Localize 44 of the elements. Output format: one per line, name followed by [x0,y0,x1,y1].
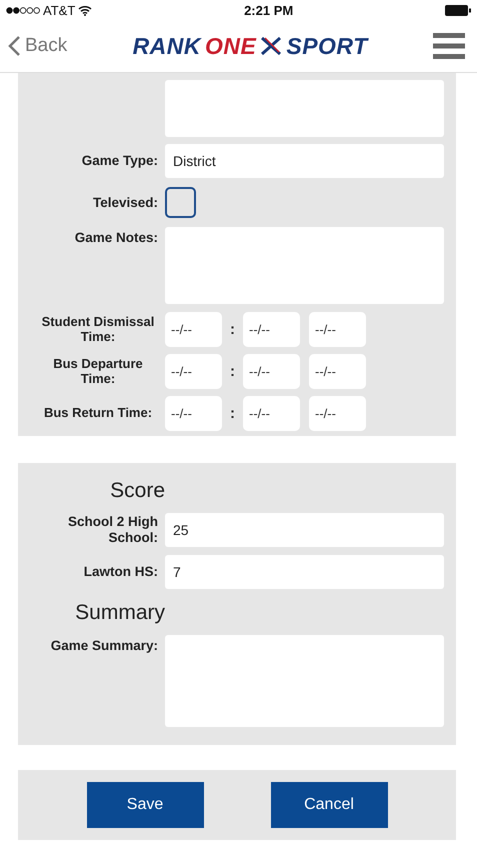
signal-icon [6,6,40,14]
text-area[interactable] [165,80,444,137]
section-heading: Summary [74,601,165,625]
field-label: Bus Departure Time: [52,356,144,386]
checkbox[interactable] [165,187,196,218]
text-area[interactable] [165,227,444,304]
status-time: 2:21 PM [244,2,294,18]
wifi-icon [78,4,92,16]
time-field[interactable]: --/-- [165,354,222,389]
field-label: Student Dismissal Time: [40,314,156,344]
battery-icon [445,4,471,16]
colon-separator: : [229,363,236,380]
field-label: Lawton HS: [82,564,159,580]
time-field[interactable]: --/-- [309,354,366,389]
back-chevron-icon [8,35,21,57]
section-heading: Score [109,479,165,503]
text-area[interactable] [165,635,444,727]
field-label: Bus Return Time: [42,406,154,421]
logo-icon [260,36,282,56]
carrier-name: AT&T [43,2,76,18]
time-field[interactable]: --/-- [309,312,366,347]
input-field[interactable]: 7 [165,555,444,589]
logo-text: SPORT [286,32,368,60]
back-button[interactable]: Back [8,35,68,57]
colon-separator: : [229,321,236,338]
input-field[interactable]: 25 [165,513,444,547]
save-button[interactable]: Save [86,782,204,828]
field-label: School 2 High School: [66,514,159,546]
colon-separator: : [229,405,236,422]
time-field[interactable]: --/-- [243,312,300,347]
time-field[interactable]: --/-- [243,396,300,431]
field-label: Game Summary: [50,638,159,654]
time-field[interactable]: --/-- [243,354,300,389]
time-field[interactable]: --/-- [309,396,366,431]
logo-text: ONE [205,32,256,60]
field-label: Game Notes: [74,230,159,246]
cancel-button[interactable]: Cancel [270,782,388,828]
field-label: Televised: [92,194,159,210]
input-field[interactable]: District [165,144,444,178]
menu-button[interactable] [433,33,465,59]
time-field[interactable]: --/-- [165,396,222,431]
logo-text: RANK [132,32,202,60]
time-field[interactable]: --/-- [165,312,222,347]
field-label: Game Type: [80,153,159,169]
